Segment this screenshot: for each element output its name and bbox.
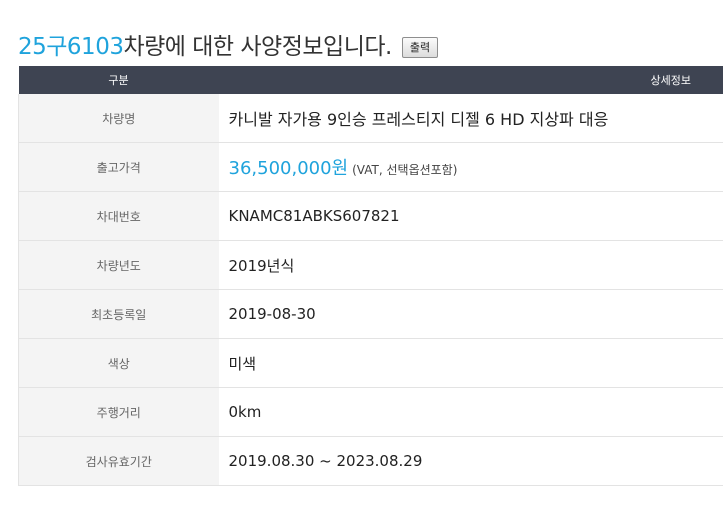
row-label-vehicle-name: 차량명 [18,94,219,143]
table-row: 차량명 카니발 자가용 9인승 프레스티지 디젤 6 HD 지상파 대응 [18,94,723,143]
row-value-first-registration: 2019-08-30 [218,289,723,339]
row-value-inspection-period: 2019.08.30 ~ 2023.08.29 [218,436,723,486]
row-label-color: 색상 [18,338,219,388]
row-label-model-year: 차량년도 [18,240,219,290]
table-row: 차대번호 KNAMC81ABKS607821 [18,191,723,241]
row-label-vin: 차대번호 [18,191,219,241]
row-value-price: 36,500,000원 (VAT, 선택옵션포함) [218,142,723,192]
table-row: 최초등록일 2019-08-30 [18,289,723,339]
row-value-mileage: 0km [218,387,723,437]
row-label-first-registration: 최초등록일 [18,289,219,339]
table-row: 출고가격 36,500,000원 (VAT, 선택옵션포함) [18,142,723,192]
column-header-detail: 상세정보 [218,66,723,94]
price-amount: 36,500,000원 [228,158,349,179]
plate-number: 25구6103 [18,34,124,60]
spec-page: 25구6103 차량에 대한 사양정보입니다. 출력 구분 상세정보 차량명 카… [0,0,723,505]
print-button[interactable]: 출력 [401,36,439,58]
title-text: 차량에 대한 사양정보입니다. [123,34,392,60]
row-value-vin: KNAMC81ABKS607821 [218,191,723,241]
table-row: 차량년도 2019년식 [18,240,723,290]
row-label-price: 출고가격 [18,142,219,192]
vehicle-name: 카니발 자가용 9인승 프레스티지 디젤 6 HD 지상파 대응 [228,110,609,129]
row-value-model-year: 2019년식 [218,240,723,290]
spec-table: 구분 상세정보 차량명 카니발 자가용 9인승 프레스티지 디젤 6 HD 지상… [18,66,723,486]
price-note: (VAT, 선택옵션포함) [352,163,458,177]
table-row: 주행거리 0km [18,387,723,437]
row-value-vehicle-name: 카니발 자가용 9인승 프레스티지 디젤 6 HD 지상파 대응 [218,94,723,143]
row-label-inspection-period: 검사유효기간 [18,436,219,486]
row-value-color: 미색 [218,338,723,388]
table-header-row: 구분 상세정보 [18,66,723,94]
column-header-category: 구분 [18,66,219,94]
table-row: 검사유효기간 2019.08.30 ~ 2023.08.29 [18,436,723,486]
row-label-mileage: 주행거리 [18,387,219,437]
table-row: 색상 미색 [18,338,723,388]
page-title: 25구6103 차량에 대한 사양정보입니다. 출력 [18,28,439,60]
